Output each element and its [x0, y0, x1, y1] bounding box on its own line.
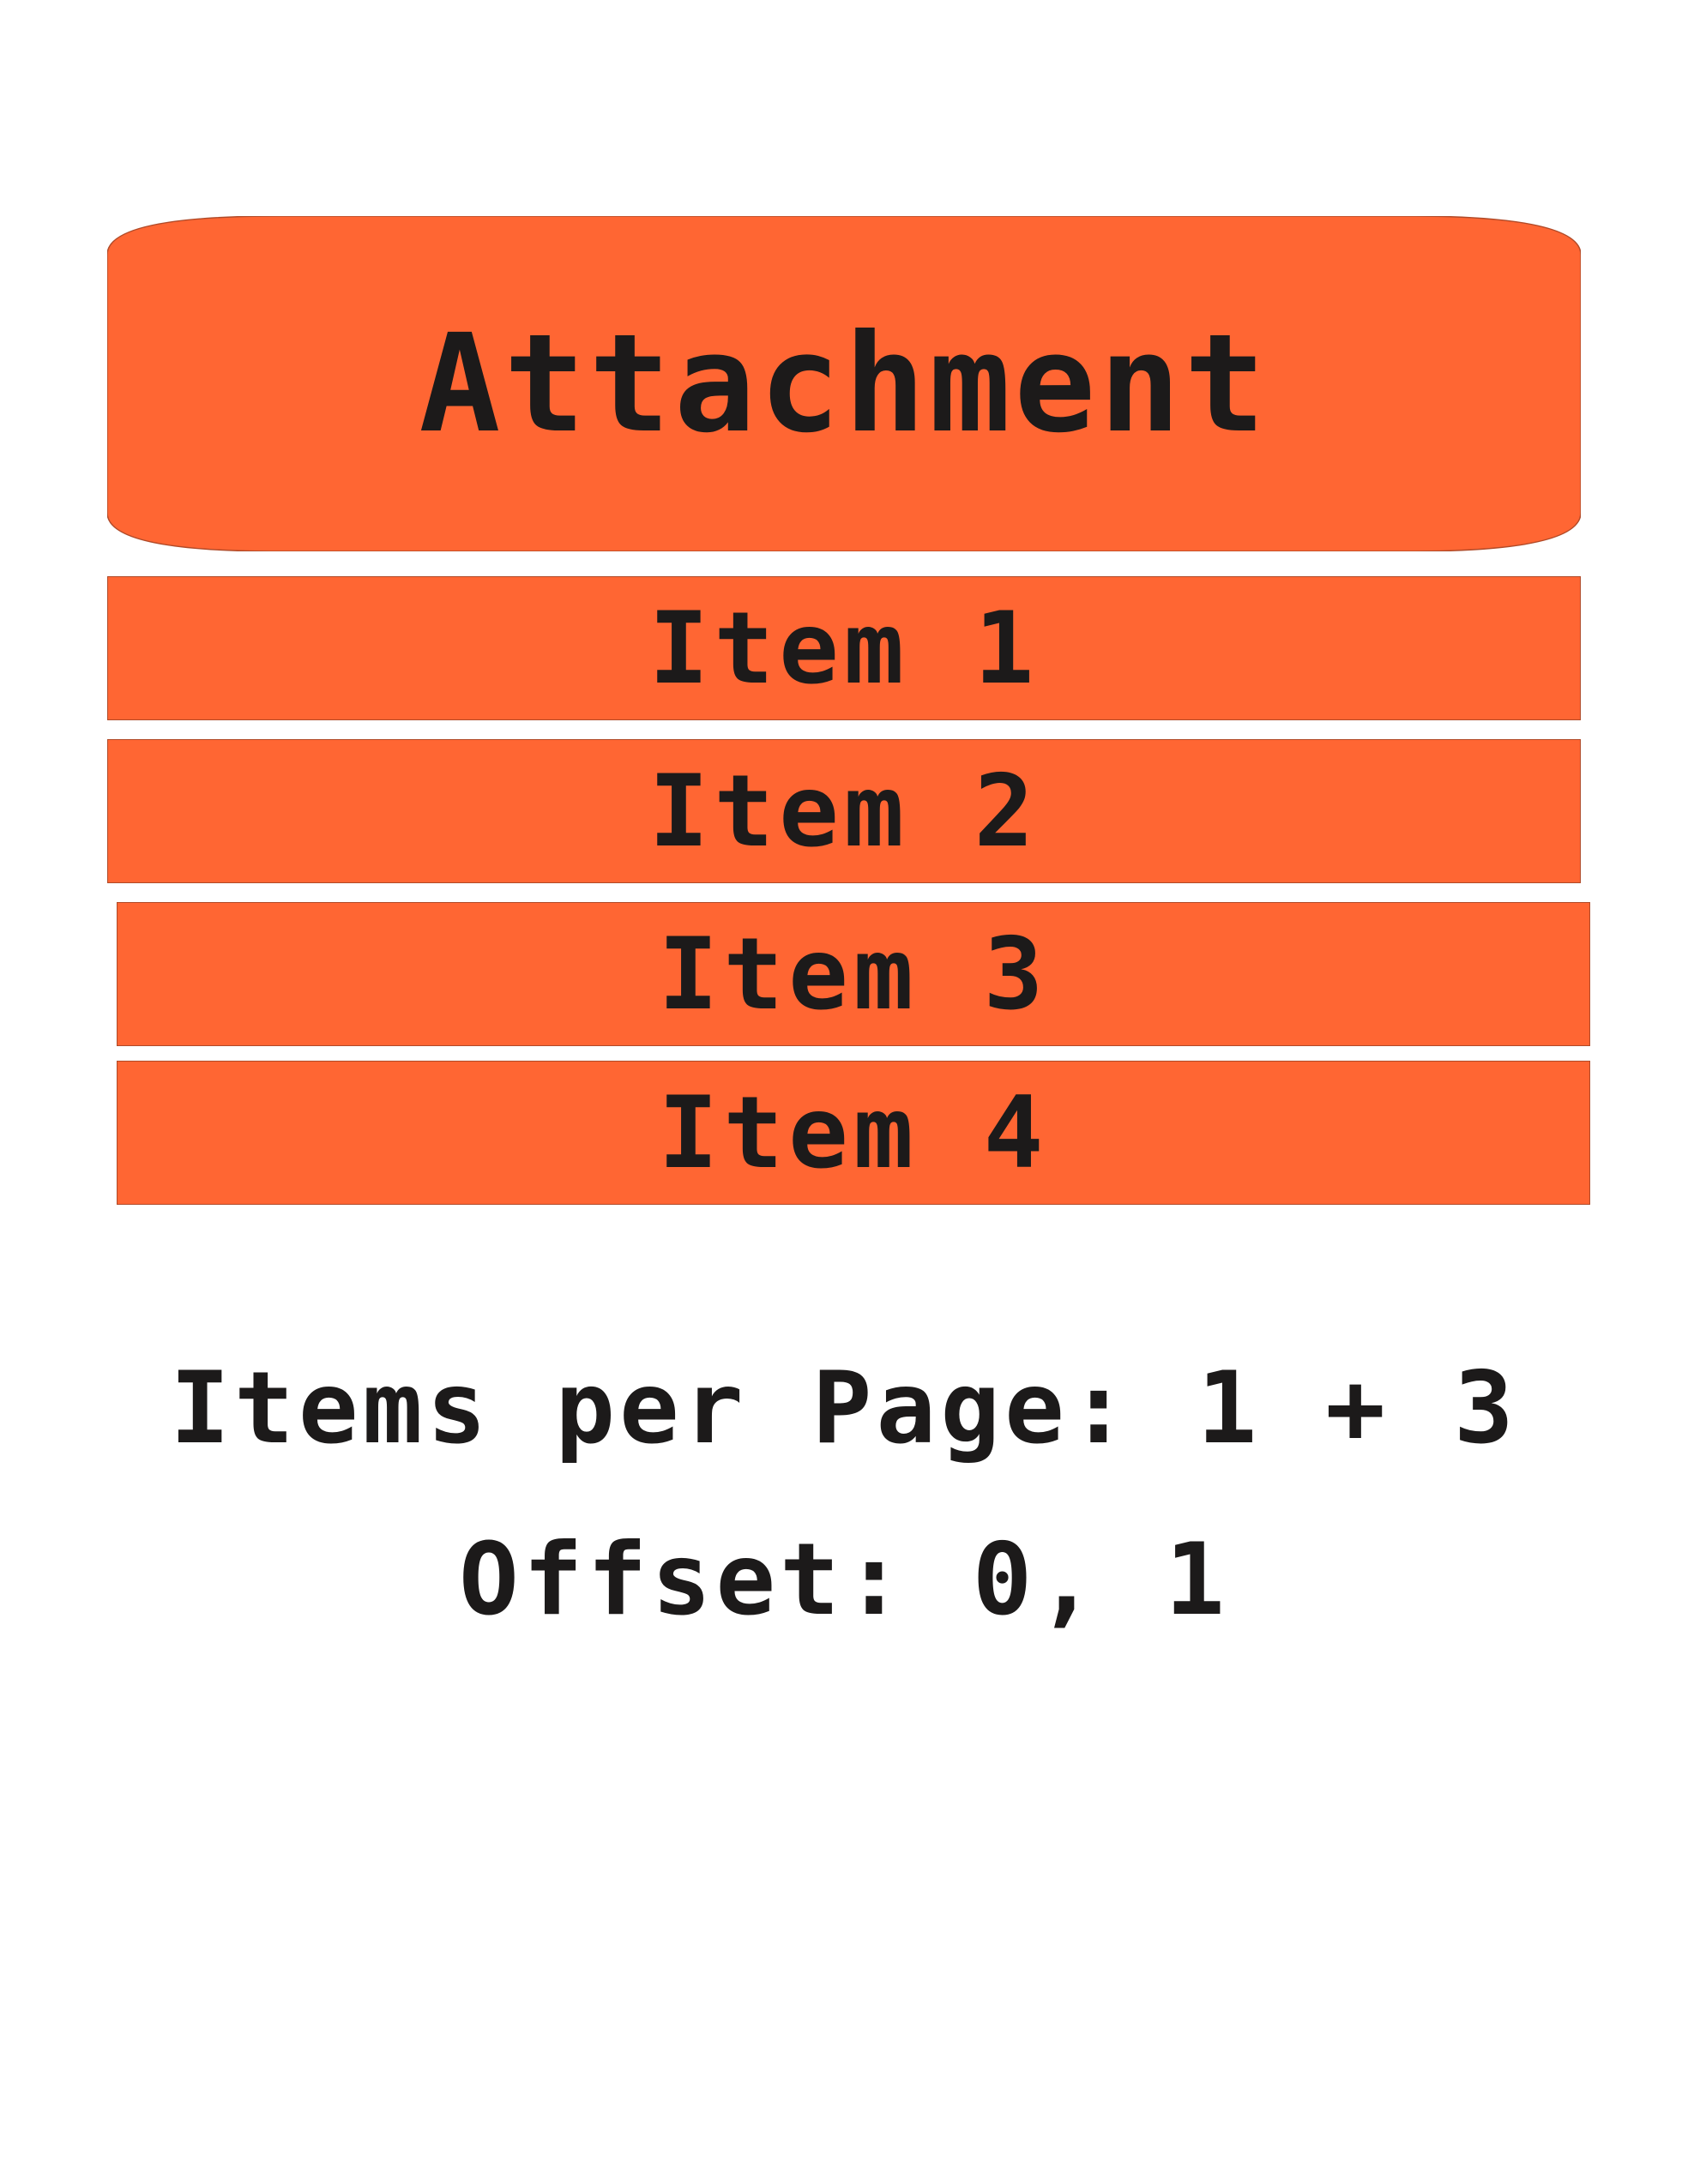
attachment-label: Attachment — [419, 304, 1269, 463]
list-item-1: Item 1 — [107, 576, 1581, 720]
items-per-page-caption: Items per Page: 1 + 3 — [170, 1351, 1518, 1466]
list-item-4: Item 4 — [117, 1061, 1590, 1205]
list-item-2: Item 2 — [107, 739, 1581, 883]
list-item-3: Item 3 — [117, 902, 1590, 1046]
offset-caption: Offset: 0, 1 — [458, 1522, 1230, 1638]
attachment-block: Attachment — [107, 216, 1581, 551]
